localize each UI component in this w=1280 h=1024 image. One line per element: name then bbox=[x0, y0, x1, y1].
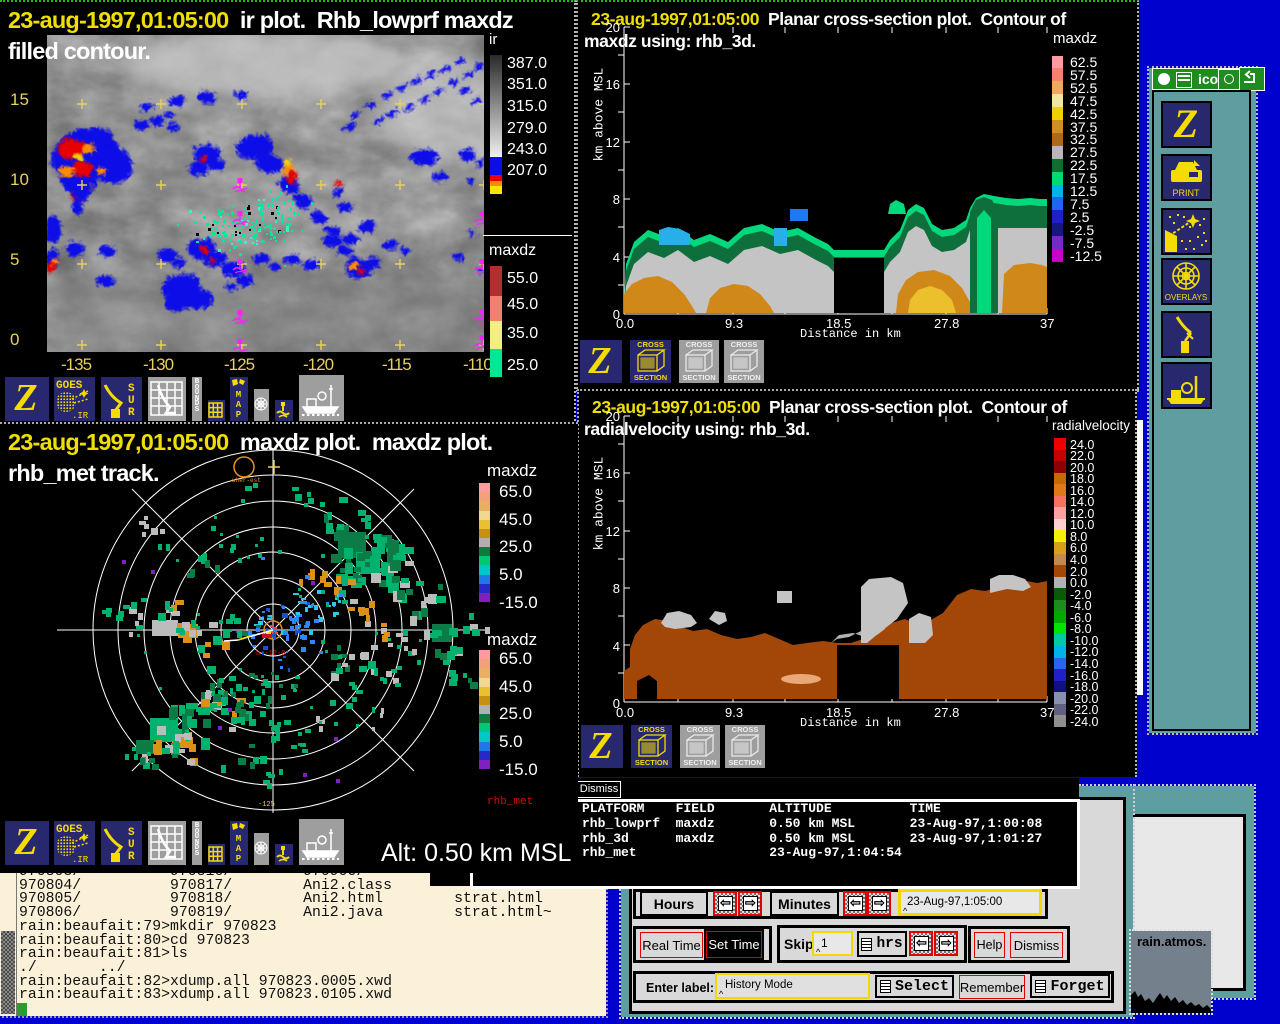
svg-text:Z: Z bbox=[588, 725, 612, 767]
svg-text:-125: -125 bbox=[258, 801, 275, 809]
svg-text:R: R bbox=[128, 851, 135, 863]
svg-text:GOES: GOES bbox=[56, 380, 83, 392]
svg-text:U: U bbox=[128, 839, 135, 851]
svg-text:R: R bbox=[128, 407, 135, 419]
svg-text:M: M bbox=[236, 390, 241, 400]
svg-text:PRINT: PRINT bbox=[1173, 188, 1201, 198]
svg-text:Z: Z bbox=[1173, 103, 1198, 146]
svg-text:S: S bbox=[128, 383, 135, 395]
svg-text:A: A bbox=[236, 400, 242, 410]
svg-text:.IR: .IR bbox=[72, 411, 89, 420]
svg-text:OVERLAYS: OVERLAYS bbox=[1165, 293, 1208, 302]
svg-text:Z: Z bbox=[13, 377, 37, 419]
svg-text:S: S bbox=[128, 827, 135, 839]
svg-text:A: A bbox=[236, 844, 242, 854]
svg-text:wher-est: wher-est bbox=[232, 477, 261, 484]
svg-text:GOES: GOES bbox=[56, 824, 83, 836]
svg-text:Z: Z bbox=[587, 340, 611, 382]
svg-text:P: P bbox=[236, 854, 242, 864]
svg-text:b<-12-0: b<-12-0 bbox=[256, 650, 285, 658]
svg-text:.IR: .IR bbox=[72, 855, 89, 864]
svg-text:U: U bbox=[128, 395, 135, 407]
svg-text:Z: Z bbox=[13, 821, 37, 863]
svg-text:P: P bbox=[236, 410, 242, 420]
svg-text:M: M bbox=[236, 834, 241, 844]
